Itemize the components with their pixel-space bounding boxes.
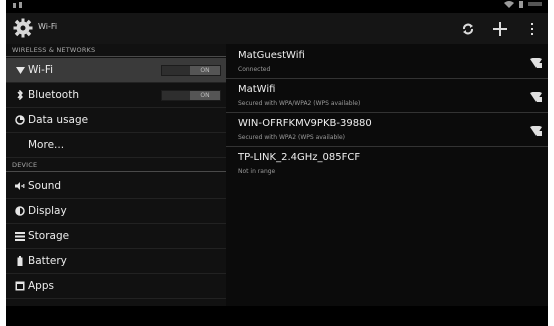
network-status: Secured with WPA2 (WPS available) [238,134,346,141]
battery-icon [15,256,25,266]
action-buttons [452,13,548,44]
settings-item-display[interactable]: Display [6,199,226,224]
settings-item-more[interactable]: More... [6,133,226,158]
wifi-network-item[interactable]: MatGuestWifi Connected [226,46,548,79]
sound-icon [15,181,25,191]
wifi-signal-locked-icon [530,126,542,136]
network-status: Secured with WPA/WPA2 (WPS available) [238,100,361,107]
add-icon [493,21,507,36]
wifi-network-item[interactable]: MatWifi Secured with WPA/WPA2 (WPS avail… [226,80,548,113]
settings-item-wifi[interactable]: Wi-Fi ON [6,58,226,83]
network-status: Connected [238,66,271,73]
overflow-menu-button[interactable] [516,13,548,44]
data-usage-icon [15,115,25,125]
system-icons [504,0,542,8]
usb-icon [13,2,22,8]
settings-item-battery[interactable]: Battery [6,249,226,274]
network-name: WIN-OFRFKMV9PKB-39880 [238,118,372,129]
settings-headers-list: WIRELESS & NETWORKS Wi-Fi ON Bluetooth O… [6,44,226,306]
wifi-status-icon [504,1,514,8]
settings-item-label: Storage [28,230,70,242]
wifi-signal-locked-icon [530,58,542,68]
bluetooth-icon [15,90,25,100]
section-header-device: DEVICE [6,159,226,172]
bluetooth-toggle-switch[interactable]: ON [161,90,221,101]
status-bar [6,0,548,13]
page-title: Wi-Fi [38,22,58,31]
battery-status-icon [519,1,523,8]
settings-item-label: Display [28,205,67,217]
wifi-toggle-state: ON [190,66,220,75]
section-header-wireless: WIRELESS & NETWORKS [6,44,226,57]
tablet-screen: Wi-Fi WIRELESS & NETWORKS Wi-Fi ON Bluet… [6,0,548,326]
storage-icon [15,231,25,241]
wps-button[interactable] [452,13,484,44]
overflow-icon [531,22,533,35]
notification-icons [12,0,26,13]
settings-item-label: Data usage [28,114,89,126]
action-bar: Wi-Fi [6,13,548,44]
wifi-network-item[interactable]: WIN-OFRFKMV9PKB-39880 Secured with WPA2 … [226,114,548,147]
wifi-icon [15,65,25,75]
clock-icon [528,2,542,6]
network-name: MatWifi [238,84,276,95]
settings-item-label: Battery [28,255,67,267]
navigation-bar [6,306,548,326]
settings-item-label: Sound [28,180,62,192]
settings-item-label: More... [28,139,65,151]
wps-icon [463,23,473,34]
settings-item-sound[interactable]: Sound [6,174,226,199]
apps-icon [15,281,25,291]
settings-item-label: Bluetooth [28,89,79,101]
bluetooth-toggle-state: ON [190,91,220,100]
settings-item-label: Apps [28,280,54,292]
display-icon [15,206,25,216]
wifi-signal-locked-icon [530,92,542,102]
settings-item-apps[interactable]: Apps [6,274,226,299]
wifi-network-item[interactable]: TP-LINK_2.4GHz_085FCF Not in range [226,148,548,181]
settings-item-bluetooth[interactable]: Bluetooth ON [6,83,226,108]
settings-item-label: Wi-Fi [28,64,54,76]
network-name: TP-LINK_2.4GHz_085FCF [238,152,361,163]
network-status: Not in range [238,168,276,175]
add-network-button[interactable] [484,13,516,44]
settings-item-data-usage[interactable]: Data usage [6,108,226,133]
wifi-network-list: MatGuestWifi Connected MatWifi Secured w… [226,44,548,306]
network-name: MatGuestWifi [238,50,305,61]
settings-gear-icon[interactable] [13,18,33,38]
wifi-toggle-switch[interactable]: ON [161,65,221,76]
settings-item-storage[interactable]: Storage [6,224,226,249]
